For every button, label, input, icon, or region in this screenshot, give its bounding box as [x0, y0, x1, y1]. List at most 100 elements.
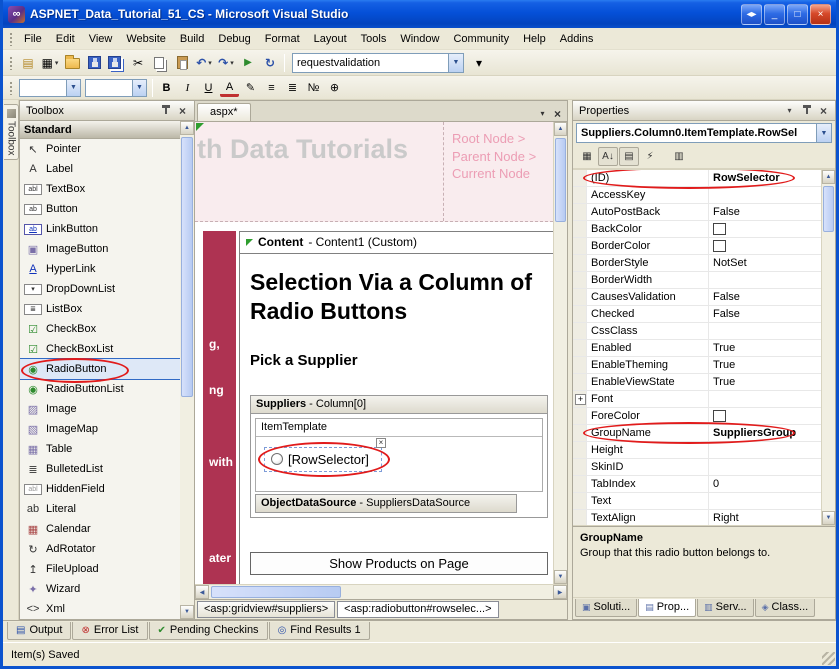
scrollbar-thumb[interactable] — [823, 186, 834, 232]
property-row[interactable]: Height — [573, 442, 821, 459]
scrollbar-thumb[interactable] — [181, 137, 193, 397]
minimize-icon[interactable]: _ — [764, 4, 785, 25]
font-name-combobox[interactable]: ▼ — [85, 79, 147, 97]
property-value[interactable]: False — [709, 206, 821, 218]
tag-selector-item[interactable]: <asp:gridview#suppliers> — [197, 601, 335, 618]
categorized-icon[interactable]: ▦ — [577, 147, 597, 166]
property-row[interactable]: AutoPostBack False — [573, 204, 821, 221]
close-icon[interactable] — [175, 103, 190, 118]
search-combobox[interactable]: requestvalidation ▼ — [292, 53, 464, 73]
menu-item[interactable]: Community — [446, 30, 516, 48]
new-item-icon[interactable]: ▤ — [18, 53, 38, 73]
menu-item[interactable]: Help — [516, 30, 553, 48]
property-value[interactable]: Right — [709, 512, 821, 524]
add-item-dropdown-icon[interactable]: ▦ — [40, 53, 60, 73]
gridview-designer[interactable]: Suppliers - Column[0] ItemTemplate — [250, 395, 548, 518]
menu-item[interactable]: Website — [119, 30, 173, 48]
scroll-down-icon[interactable] — [180, 605, 194, 619]
menu-item[interactable]: Build — [173, 30, 211, 48]
events-icon[interactable]: ⚡ — [640, 147, 660, 166]
scroll-up-icon[interactable] — [822, 170, 835, 184]
bottom-tab[interactable]: ⊗ Error List — [72, 622, 147, 640]
toolbox-side-tab[interactable]: Toolbox — [4, 104, 19, 160]
toolbox-item[interactable]: ▾ DropDownList — [20, 279, 180, 299]
menu-item[interactable]: File — [17, 30, 49, 48]
menu-item[interactable]: Addins — [553, 30, 601, 48]
toolbox-item[interactable]: abl HiddenField — [20, 479, 180, 499]
document-list-icon[interactable] — [535, 106, 550, 121]
toolbox-item[interactable]: ab Button — [20, 199, 180, 219]
property-value[interactable]: True — [709, 359, 821, 371]
property-row[interactable]: TextAlign Right — [573, 510, 821, 525]
property-row[interactable]: EnableTheming True — [573, 357, 821, 374]
close-icon[interactable]: × — [810, 4, 831, 25]
toolbox-item[interactable]: ☑ CheckBoxList — [20, 339, 180, 359]
numbered-list-icon[interactable]: № — [304, 78, 323, 97]
property-row[interactable]: BackColor — [573, 221, 821, 238]
toolbox-scrollbar[interactable] — [180, 121, 194, 619]
scrollbar-thumb[interactable] — [555, 138, 566, 222]
object-selector-combobox[interactable]: Suppliers.Column0.ItemTemplate.RowSel ▼ — [576, 123, 832, 143]
toolbox-item[interactable]: <> Xml — [20, 599, 180, 619]
objectdatasource-control[interactable]: ObjectDataSource - SuppliersDataSource — [255, 494, 517, 513]
content-placeholder-header[interactable]: Content - Content1 (Custom) — [240, 232, 553, 254]
copy-icon[interactable] — [150, 53, 170, 73]
property-value[interactable]: True — [709, 342, 821, 354]
scroll-up-icon[interactable] — [554, 122, 567, 136]
tag-selector-item[interactable]: <asp:radiobutton#rowselec...> — [337, 601, 498, 618]
save-icon[interactable] — [84, 53, 104, 73]
close-icon[interactable] — [816, 103, 831, 118]
property-row[interactable]: (ID) RowSelector — [573, 170, 821, 187]
refresh-icon[interactable]: ↻ — [260, 53, 280, 73]
scroll-down-icon[interactable] — [822, 511, 835, 525]
toolbox-item[interactable]: ↖ Pointer — [20, 139, 180, 159]
toolbox-item[interactable]: abl TextBox — [20, 179, 180, 199]
bottom-tab[interactable]: ▤ Output — [7, 622, 71, 640]
toolbox-item[interactable]: ◉ RadioButton — [20, 359, 180, 379]
item-template-region[interactable]: ItemTemplate [RowSelector] × — [255, 418, 543, 492]
property-value[interactable]: True — [709, 376, 821, 388]
align-icon[interactable]: ≡ — [262, 78, 281, 97]
property-row[interactable]: Text — [573, 493, 821, 510]
nav-link-fragment[interactable]: g, — [209, 337, 220, 351]
nav-link-fragment[interactable]: ater — [209, 551, 231, 565]
pin-icon[interactable] — [158, 103, 173, 118]
designer-vertical-scrollbar[interactable] — [553, 122, 567, 584]
paste-icon[interactable] — [172, 53, 192, 73]
toolbox-item[interactable]: ≣ BulletedList — [20, 459, 180, 479]
property-pages-icon[interactable]: ▥ — [669, 147, 689, 166]
bulleted-list-icon[interactable]: ≣ — [283, 78, 302, 97]
menu-item[interactable]: Edit — [49, 30, 82, 48]
scroll-up-icon[interactable] — [180, 121, 194, 135]
redo-icon[interactable]: ↷ — [216, 53, 236, 73]
foreground-color-icon[interactable]: A — [220, 81, 239, 97]
toolbox-item[interactable]: ab Literal — [20, 499, 180, 519]
resize-grip[interactable] — [822, 652, 835, 665]
chevron-down-icon[interactable]: ▼ — [448, 54, 463, 72]
row-selector-control[interactable]: [RowSelector] × — [264, 447, 382, 472]
toolbox-item[interactable]: ▣ ImageButton — [20, 239, 180, 259]
toolbox-item[interactable]: ▦ Calendar — [20, 519, 180, 539]
scrollbar-thumb[interactable] — [211, 586, 341, 598]
gridview-header[interactable]: Suppliers - Column[0] — [251, 396, 547, 414]
toolbox-item[interactable]: ▦ Table — [20, 439, 180, 459]
scroll-left-icon[interactable] — [195, 585, 209, 599]
italic-icon[interactable]: I — [178, 78, 197, 97]
pin-icon[interactable] — [799, 103, 814, 118]
panel-tab[interactable]: ▤ Prop... — [638, 599, 696, 617]
panel-tab[interactable]: ▥ Serv... — [697, 599, 754, 617]
property-row[interactable]: CausesValidation False — [573, 289, 821, 306]
save-all-icon[interactable] — [106, 53, 126, 73]
bottom-tab[interactable]: ◎ Find Results 1 — [269, 622, 370, 640]
menu-item[interactable]: Debug — [211, 30, 257, 48]
toolbox-item[interactable]: ◉ RadioButtonList — [20, 379, 180, 399]
design-surface[interactable]: th Data Tutorials Root Node > Parent Nod… — [195, 122, 553, 584]
property-row[interactable]: EnableViewState True — [573, 374, 821, 391]
hyperlink-icon[interactable]: ⊕ — [325, 78, 344, 97]
property-value[interactable] — [709, 223, 821, 235]
alphabetical-icon[interactable]: A↓ — [598, 147, 618, 166]
property-row[interactable]: BorderWidth — [573, 272, 821, 289]
window-dock-icon[interactable]: ◂▸ — [741, 4, 762, 25]
toolbox-item[interactable]: A Label — [20, 159, 180, 179]
nav-link-fragment[interactable]: ng — [209, 383, 224, 397]
